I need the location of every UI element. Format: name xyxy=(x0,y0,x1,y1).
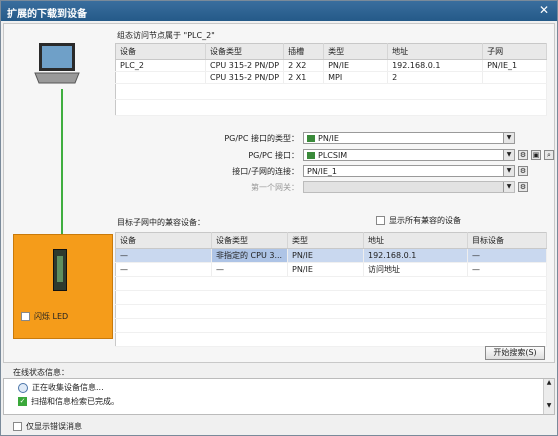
iface-row: PG/PC 接口： PLCSIM ▼ ⚙ ▣ ⌕ xyxy=(223,149,554,161)
col-address: 地址 xyxy=(387,43,484,60)
checkbox-box[interactable] xyxy=(13,422,22,431)
title-bar: 扩展的下载到设备 ✕ xyxy=(1,1,557,21)
plc-device-icon xyxy=(53,249,67,291)
iface-select[interactable]: PLCSIM ▼ xyxy=(303,149,515,161)
chevron-down-icon[interactable]: ▼ xyxy=(503,150,514,160)
dialog-title: 扩展的下载到设备 xyxy=(7,9,87,20)
target-heading: 目标子网中的兼容设备： xyxy=(117,218,205,227)
network-icon xyxy=(307,134,315,142)
search-icon xyxy=(18,382,28,393)
col-type: 类型 xyxy=(287,232,364,249)
iface-type-select[interactable]: PN/IE ▼ xyxy=(303,132,515,144)
col-type: 类型 xyxy=(323,43,389,60)
gateway-row: 第一个网关： ▼ ⚙ xyxy=(251,181,528,193)
col-device: 设备 xyxy=(115,43,206,60)
col-device-type: 设备类型 xyxy=(211,232,288,249)
checkbox-box[interactable] xyxy=(376,216,385,225)
subnet-row: 接口/子网的连接： PN/IE_1 ▼ ⚙ xyxy=(232,165,528,177)
table-row[interactable]: — 非指定的 CPU 3... PN/IE 192.168.0.1 — xyxy=(115,248,547,263)
properties-icon[interactable]: ⚙ xyxy=(518,150,528,160)
target-table: 设备 设备类型 类型 地址 目标设备 — 非指定的 CPU 3... PN/IE… xyxy=(115,232,547,347)
checkbox-box[interactable] xyxy=(21,312,30,321)
table-row[interactable]: — — PN/IE 访问地址 — xyxy=(115,262,547,277)
subnet-select[interactable]: PN/IE_1 ▼ xyxy=(303,165,515,177)
start-search-button[interactable]: 开始搜索(S) xyxy=(485,346,545,360)
list-item: 正在收集设备信息... xyxy=(18,382,104,393)
errors-only-checkbox[interactable]: 仅显示错误消息 xyxy=(13,421,82,432)
col-device-type: 设备类型 xyxy=(205,43,285,60)
laptop-icon xyxy=(34,43,80,84)
config-heading: 组态访问节点属于 "PLC_2" xyxy=(117,31,215,40)
connection-line xyxy=(61,89,63,244)
col-slot: 插槽 xyxy=(283,43,325,60)
gateway-select: ▼ xyxy=(303,181,515,193)
col-subnet: 子网 xyxy=(482,43,547,60)
col-target-device: 目标设备 xyxy=(467,232,547,249)
table-row[interactable]: CPU 315-2 PN/DP 2 X1 MPI 2 xyxy=(115,71,547,84)
chevron-down-icon[interactable]: ▼ xyxy=(544,402,554,409)
col-address: 地址 xyxy=(363,232,468,249)
flash-led-label: 闪烁 LED xyxy=(34,312,69,321)
diagnostics-icon[interactable]: ▣ xyxy=(531,150,541,160)
check-icon: ✓ xyxy=(18,397,27,406)
download-dialog: 扩展的下载到设备 ✕ 闪烁 LED 组态访问节点属于 "PLC_2" 设备 设备… xyxy=(0,0,558,436)
status-scrollbar[interactable]: ▲ ▼ xyxy=(543,379,554,414)
iface-type-row: PG/PC 接口的类型： PN/IE ▼ xyxy=(223,132,515,144)
config-table: 设备 设备类型 插槽 类型 地址 子网 PLC_2 CPU 315-2 PN/D… xyxy=(115,43,547,116)
search-icon[interactable]: ⌕ xyxy=(544,150,554,160)
status-list: 正在收集设备信息... ✓ 扫描和信息检索已完成。 ▲ ▼ xyxy=(3,378,555,415)
show-all-checkbox[interactable]: 显示所有兼容的设备 xyxy=(376,215,461,226)
properties-icon[interactable]: ⚙ xyxy=(518,166,528,176)
chevron-down-icon[interactable]: ▼ xyxy=(503,166,514,176)
status-heading: 在线状态信息： xyxy=(13,368,69,377)
properties-icon: ⚙ xyxy=(518,182,528,192)
list-item: ✓ 扫描和信息检索已完成。 xyxy=(18,397,119,406)
close-icon[interactable]: ✕ xyxy=(537,4,551,17)
network-icon xyxy=(307,151,315,159)
col-device: 设备 xyxy=(115,232,212,249)
chevron-up-icon[interactable]: ▲ xyxy=(544,379,554,386)
table-row[interactable]: PLC_2 CPU 315-2 PN/DP 2 X2 PN/IE 192.168… xyxy=(115,59,547,72)
chevron-down-icon[interactable]: ▼ xyxy=(503,133,514,143)
flash-led-checkbox[interactable]: 闪烁 LED xyxy=(21,311,68,322)
chevron-down-icon: ▼ xyxy=(503,182,514,192)
